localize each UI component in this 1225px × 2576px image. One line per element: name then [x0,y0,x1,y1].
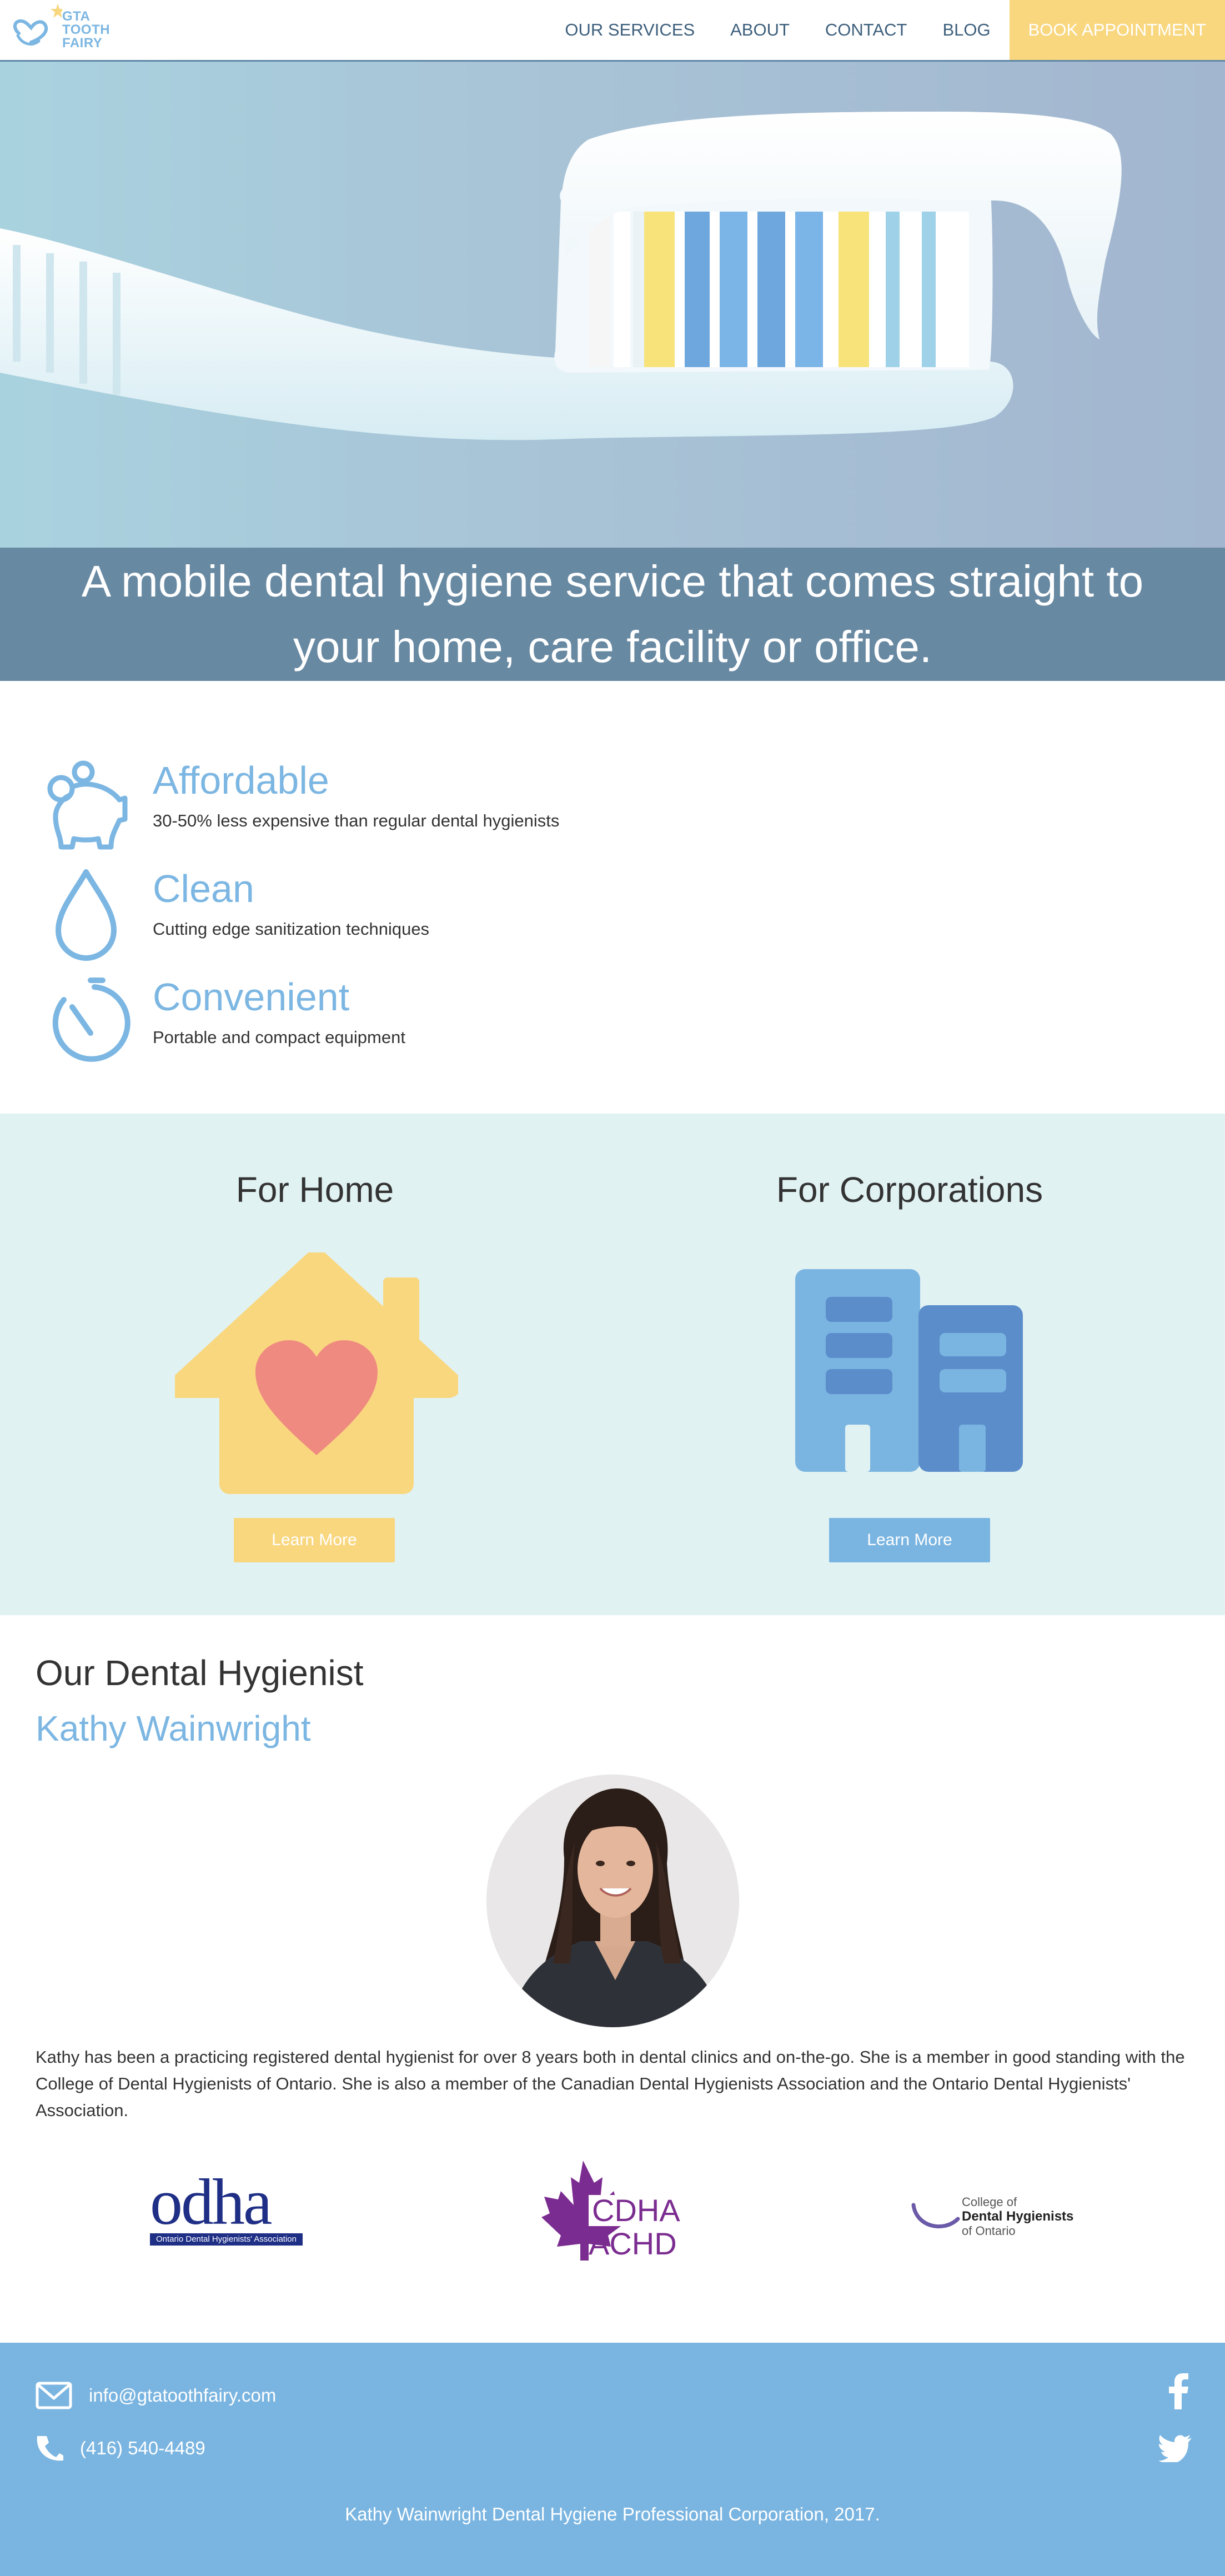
footer-email-row[interactable]: info@gtatoothfairy.com [36,2382,276,2409]
nav-links: OUR SERVICES ABOUT CONTACT BLOG BOOK APP… [547,0,1225,60]
feature-title: Convenient [153,975,350,1019]
tooth-fairy-logo-icon [13,3,65,46]
hygienist-name: Kathy Wainwright [36,1708,311,1748]
piggy-bank-icon [47,760,128,850]
avatar [486,1775,739,2027]
twitter-icon[interactable] [1158,2434,1192,2462]
hygienist-heading: Our Dental Hygienist [36,1653,364,1693]
cdha-text: CDHA [589,2195,684,2226]
cdha-logo: CDHA ACHD [541,2155,686,2266]
odha-wordmark: odha [150,2166,272,2238]
footer-phone-row[interactable]: (416) 540-4489 [36,2434,205,2462]
book-appointment-button[interactable]: BOOK APPOINTMENT [1009,0,1225,60]
feature-text: Portable and compact equipment [153,1028,405,1047]
odha-subtitle: Ontario Dental Hygienists' Association [150,2233,303,2246]
footer-copyright: Kathy Wainwright Dental Hygiene Professi… [345,2504,880,2524]
phone-icon [37,2436,63,2461]
logo[interactable]: GTA TOOTH FAIRY [7,0,118,56]
logo-wordmark: GTA TOOTH FAIRY [62,9,111,51]
nav-blog[interactable]: BLOG [925,0,1008,60]
house-heart-icon [175,1252,458,1494]
hero-banner: A mobile dental hygiene service that com… [0,548,1225,681]
footer-email[interactable]: info@gtatoothfairy.com [89,2385,276,2406]
services-section: For Home Learn More For Corporations Lea… [0,1114,1225,1615]
water-drop-icon [56,869,117,961]
feature-clean: Clean Cutting edge sanitization techniqu… [0,866,666,961]
odha-logo: odha Ontario Dental Hygienists' Associat… [150,2155,305,2266]
for-corporations-title: For Corporations [776,1170,1043,1210]
nav-about[interactable]: ABOUT [712,0,807,60]
corporations-learn-more-button[interactable]: Learn More [829,1518,990,1562]
cdho-logo: College of Dental Hygienists of Ontario [911,2155,1088,2266]
facebook-icon[interactable] [1167,2373,1189,2409]
feature-affordable: Affordable 30-50% less expensive than re… [0,758,666,853]
feature-title: Affordable [153,759,329,802]
home-learn-more-button[interactable]: Learn More [234,1518,395,1562]
hero-image [0,62,1225,548]
footer-phone[interactable]: (416) 540-4489 [80,2438,205,2459]
hygienist-bio: Kathy has been a practicing registered d… [36,2047,1185,2120]
office-buildings-icon [795,1269,1023,1472]
for-home-title: For Home [235,1170,394,1210]
cdho-line1: College of [962,2195,1017,2209]
hero-headline: A mobile dental hygiene service that com… [81,557,1144,671]
feature-convenient: Convenient Portable and compact equipmen… [0,975,666,1069]
nav-contact[interactable]: CONTACT [807,0,925,60]
envelope-icon [36,2382,72,2409]
top-navigation: GTA TOOTH FAIRY OUR SERVICES ABOUT CONTA… [0,0,1225,62]
stopwatch-icon [52,978,130,1062]
cdho-swoosh-icon [911,2203,960,2229]
feature-title: Clean [153,867,254,910]
hygienist-photo [486,1775,739,2027]
toothbrush-illustration [0,112,1122,440]
cdho-line2: Dental Hygienists [962,2209,1074,2224]
feature-text: Cutting edge sanitization techniques [153,919,430,939]
cdho-line3: of Ontario [962,2224,1016,2238]
feature-text: 30-50% less expensive than regular denta… [153,811,560,830]
achd-text: ACHD [589,2226,677,2261]
footer: info@gtatoothfairy.com (416) 540-4489 Ka… [0,2343,1225,2576]
nav-our-services[interactable]: OUR SERVICES [547,0,712,60]
